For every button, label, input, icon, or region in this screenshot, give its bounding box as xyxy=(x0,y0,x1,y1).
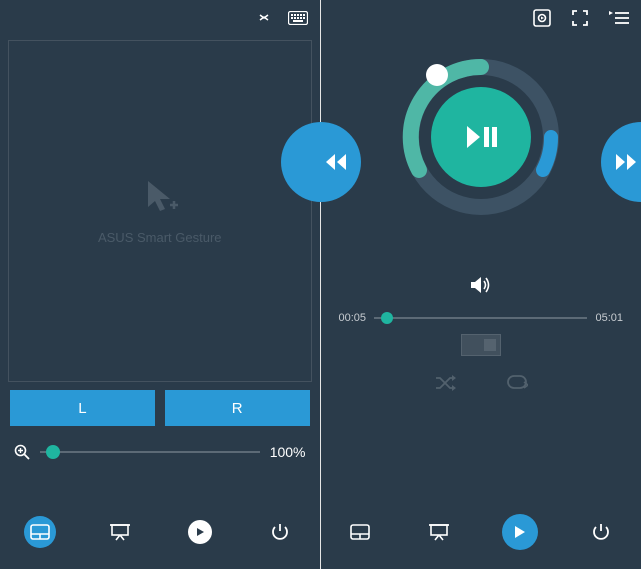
power-button[interactable] xyxy=(264,516,296,548)
presentation-mode-button[interactable] xyxy=(104,516,136,548)
seek-slider-thumb[interactable] xyxy=(381,312,393,324)
seek-slider[interactable] xyxy=(374,317,587,319)
media-mode-button[interactable] xyxy=(502,514,538,550)
zoom-slider[interactable] xyxy=(40,451,260,453)
playback-mode-row xyxy=(321,374,641,397)
collapse-icon[interactable] xyxy=(258,12,270,24)
repeat-button[interactable] xyxy=(506,374,528,397)
presentation-mode-button[interactable] xyxy=(423,516,455,548)
touchpad-mode-button[interactable] xyxy=(344,516,376,548)
fullscreen-icon[interactable] xyxy=(571,9,589,27)
left-top-bar xyxy=(0,0,320,36)
right-click-button[interactable]: R xyxy=(165,390,310,426)
zoom-value: 100% xyxy=(270,444,306,460)
cursor-plus-icon xyxy=(140,177,180,222)
previous-track-button[interactable] xyxy=(281,122,361,202)
zoom-slider-thumb[interactable] xyxy=(46,445,60,459)
volume-icon[interactable] xyxy=(470,276,492,294)
right-bottom-bar xyxy=(321,505,641,559)
left-click-button[interactable]: L xyxy=(10,390,155,426)
zoom-in-icon[interactable] xyxy=(14,444,30,460)
volume-dial[interactable] xyxy=(396,52,566,222)
mini-preview xyxy=(321,334,641,356)
media-mode-button[interactable] xyxy=(184,516,216,548)
device-icon[interactable] xyxy=(533,9,551,27)
shuffle-button[interactable] xyxy=(434,374,456,397)
keyboard-icon[interactable] xyxy=(288,11,308,25)
mouse-button-row: L R xyxy=(10,390,310,426)
time-total: 05:01 xyxy=(595,312,623,324)
right-top-bar xyxy=(321,0,641,36)
volume-dial-thumb[interactable] xyxy=(426,64,448,86)
playlist-icon[interactable] xyxy=(609,10,629,26)
time-current: 00:05 xyxy=(339,312,367,324)
canvas-label: ASUS Smart Gesture xyxy=(98,230,222,245)
touchpad-panel: ASUS Smart Gesture L R 100% xyxy=(0,0,320,569)
left-bottom-bar xyxy=(0,505,320,559)
volume-row xyxy=(321,276,641,294)
touchpad-canvas[interactable]: ASUS Smart Gesture xyxy=(8,40,312,382)
mini-preview-box xyxy=(461,334,501,356)
power-button[interactable] xyxy=(585,516,617,548)
media-control-area xyxy=(321,42,641,262)
zoom-row: 100% xyxy=(14,444,306,460)
next-track-button[interactable] xyxy=(601,122,641,202)
seek-row: 00:05 05:01 xyxy=(339,312,624,324)
media-panel: 00:05 05:01 xyxy=(321,0,641,569)
touchpad-mode-button[interactable] xyxy=(24,516,56,548)
play-pause-button[interactable] xyxy=(431,87,531,187)
